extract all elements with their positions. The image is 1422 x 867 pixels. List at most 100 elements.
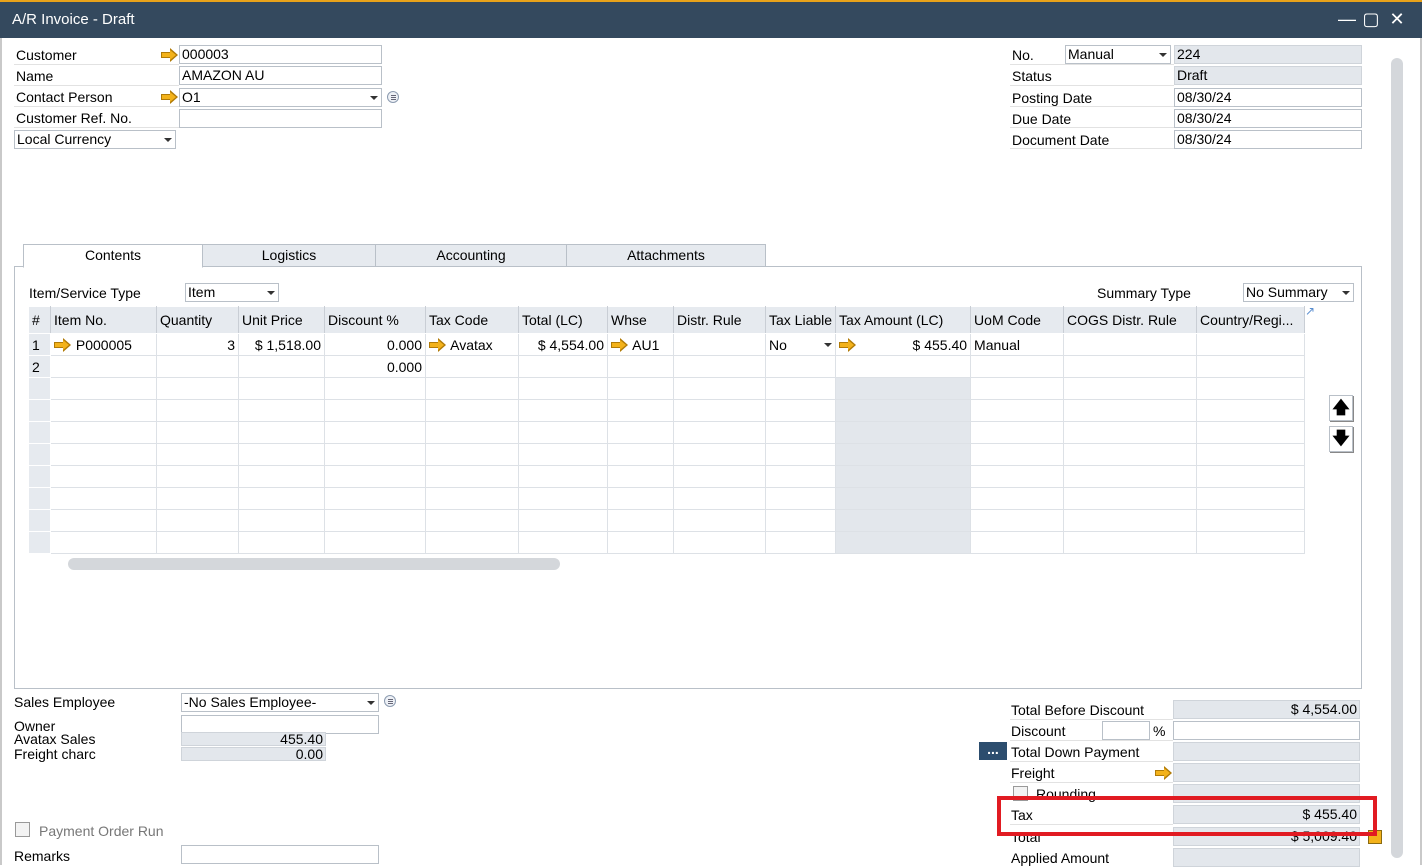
unit-price-cell[interactable]: $ 1,518.00 <box>238 333 325 356</box>
column-header[interactable]: Item No. <box>50 306 157 334</box>
empty-cell[interactable] <box>50 531 157 554</box>
tax-code-cell[interactable] <box>425 355 519 378</box>
empty-cell[interactable] <box>518 531 608 554</box>
cogs-distr-cell[interactable] <box>1063 355 1198 378</box>
distr-rule-cell[interactable] <box>673 333 766 356</box>
empty-cell[interactable] <box>1063 399 1198 422</box>
empty-cell[interactable] <box>238 421 325 444</box>
empty-table-row[interactable] <box>28 509 1306 532</box>
empty-cell[interactable] <box>156 465 239 488</box>
empty-cell[interactable] <box>1196 377 1306 400</box>
doc-number-field[interactable]: 224 <box>1174 45 1362 64</box>
cogs-distr-cell[interactable] <box>1063 333 1198 356</box>
empty-cell[interactable] <box>324 509 426 532</box>
empty-cell[interactable] <box>425 465 519 488</box>
payment-order-checkbox[interactable] <box>15 822 30 837</box>
empty-cell[interactable] <box>425 399 519 422</box>
empty-cell[interactable] <box>764 421 837 444</box>
close-icon[interactable]: ✕ <box>1386 8 1408 30</box>
empty-cell[interactable] <box>1196 443 1306 466</box>
total-link-icon[interactable] <box>1368 830 1382 844</box>
empty-cell[interactable] <box>324 531 426 554</box>
empty-cell[interactable] <box>425 487 519 510</box>
empty-cell[interactable] <box>50 465 157 488</box>
empty-cell[interactable] <box>970 399 1065 422</box>
empty-cell[interactable] <box>50 399 157 422</box>
discount-amount-field[interactable] <box>1173 721 1360 740</box>
move-down-button[interactable]: 🡇 <box>1329 426 1353 452</box>
empty-cell[interactable] <box>673 465 766 488</box>
tax-code-cell[interactable]: Avatax <box>425 333 519 356</box>
empty-cell[interactable] <box>607 465 674 488</box>
tab-accounting[interactable]: Accounting <box>375 244 567 267</box>
empty-cell[interactable] <box>156 443 239 466</box>
link-arrow-icon[interactable] <box>161 48 178 62</box>
empty-cell[interactable] <box>970 509 1065 532</box>
empty-cell[interactable] <box>156 421 239 444</box>
whse-cell[interactable]: AU1 <box>607 333 674 356</box>
empty-cell[interactable] <box>835 443 972 466</box>
tab-logistics[interactable]: Logistics <box>202 244 376 267</box>
column-header[interactable]: Discount % <box>324 306 426 334</box>
column-header[interactable]: Total (LC) <box>518 306 608 334</box>
distr-rule-cell[interactable] <box>673 355 766 378</box>
empty-cell[interactable] <box>673 509 766 532</box>
empty-cell[interactable] <box>970 377 1065 400</box>
empty-cell[interactable] <box>607 531 674 554</box>
empty-cell[interactable] <box>764 465 837 488</box>
tab-attachments[interactable]: Attachments <box>566 244 766 267</box>
column-header[interactable]: Distr. Rule <box>673 306 766 334</box>
table-row[interactable]: 2 0.000 <box>28 355 1306 378</box>
empty-cell[interactable] <box>50 487 157 510</box>
link-arrow-icon[interactable] <box>161 90 178 104</box>
contact-person-select[interactable]: O1 <box>179 88 382 107</box>
link-arrow-icon[interactable] <box>1155 766 1172 780</box>
empty-cell[interactable] <box>673 531 766 554</box>
column-header[interactable]: Quantity <box>156 306 239 334</box>
empty-cell[interactable] <box>673 487 766 510</box>
empty-cell[interactable] <box>607 377 674 400</box>
column-header[interactable]: Whse <box>607 306 674 334</box>
empty-cell[interactable] <box>238 443 325 466</box>
unit-price-cell[interactable] <box>238 355 325 378</box>
empty-cell[interactable] <box>238 465 325 488</box>
empty-cell[interactable] <box>607 509 674 532</box>
empty-cell[interactable] <box>673 399 766 422</box>
minimize-icon[interactable]: — <box>1336 8 1358 30</box>
discount-cell[interactable]: 0.000 <box>324 355 426 378</box>
empty-cell[interactable] <box>518 465 608 488</box>
empty-cell[interactable] <box>607 487 674 510</box>
tax-liable-cell[interactable] <box>764 355 837 378</box>
empty-cell[interactable] <box>673 421 766 444</box>
link-arrow-icon[interactable] <box>429 337 447 352</box>
sales-employee-select[interactable]: -No Sales Employee- <box>181 693 379 712</box>
empty-cell[interactable] <box>518 421 608 444</box>
empty-cell[interactable] <box>238 509 325 532</box>
horizontal-scrollbar[interactable] <box>68 558 560 570</box>
remarks-field[interactable] <box>181 845 379 864</box>
move-up-button[interactable]: 🡅 <box>1329 395 1353 421</box>
empty-cell[interactable] <box>518 377 608 400</box>
empty-cell[interactable] <box>518 443 608 466</box>
due-date-field[interactable]: 08/30/24 <box>1174 109 1362 128</box>
empty-cell[interactable] <box>324 465 426 488</box>
document-date-field[interactable]: 08/30/24 <box>1174 130 1362 149</box>
empty-cell[interactable] <box>238 531 325 554</box>
empty-cell[interactable] <box>425 531 519 554</box>
posting-date-field[interactable]: 08/30/24 <box>1174 88 1362 107</box>
empty-cell[interactable] <box>425 377 519 400</box>
empty-cell[interactable] <box>764 443 837 466</box>
empty-cell[interactable] <box>50 443 157 466</box>
empty-cell[interactable] <box>1063 465 1198 488</box>
empty-table-row[interactable] <box>28 531 1306 554</box>
empty-cell[interactable] <box>1196 509 1306 532</box>
empty-table-row[interactable] <box>28 443 1306 466</box>
item-no-cell[interactable]: P000005 <box>50 333 157 356</box>
empty-cell[interactable] <box>425 443 519 466</box>
empty-cell[interactable] <box>1063 377 1198 400</box>
empty-cell[interactable] <box>156 377 239 400</box>
tax-liable-cell[interactable]: No <box>764 333 837 356</box>
total-lc-cell[interactable] <box>518 355 608 378</box>
empty-cell[interactable] <box>764 531 837 554</box>
empty-cell[interactable] <box>156 531 239 554</box>
